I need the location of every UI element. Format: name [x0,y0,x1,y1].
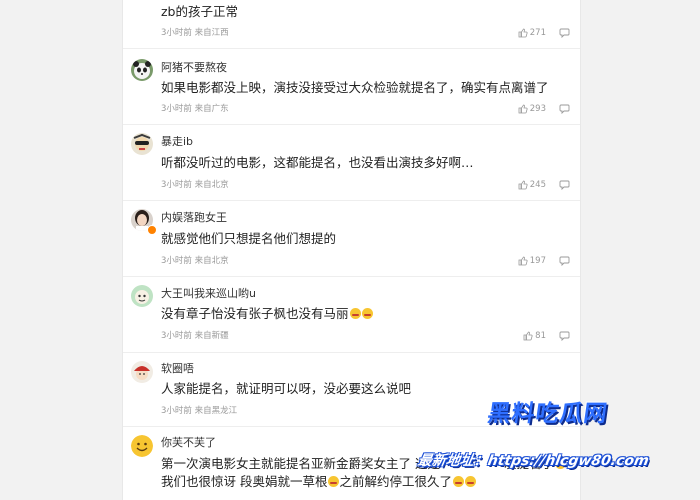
thumbs-up-icon [518,180,528,190]
like-count: 271 [529,28,546,38]
comment-text: 人家能提名，就证明可以呀，没必要这么说吧 [161,381,412,396]
comment-username[interactable]: 软圈唔 [161,362,194,376]
comment-icon[interactable] [559,255,570,266]
watermark-url-text: 最新地址：https://hlcgw80.com [416,453,651,469]
thumbs-up-icon [518,256,528,266]
panda-avatar[interactable] [131,59,153,81]
comment-username[interactable]: 阿猪不要熬夜 [161,61,227,75]
comment-time: 3小时前 [161,256,192,266]
comment-time: 3小时前 [161,180,192,190]
comment-text-part: 之前解约停工很久了 [339,474,452,489]
comment-item: 内娱落跑女王 就感觉他们只想提名他们想提的 3小时前 来自北京 197 [123,201,580,277]
thumbs-up-icon [523,331,533,341]
comment-item: zb的孩子正常 3小时前 来自江西 271 [123,0,580,49]
comment-icon[interactable] [559,103,570,114]
like-button[interactable]: 197 [518,255,546,267]
like-button[interactable]: 293 [518,103,546,115]
comment-meta: 3小时前 来自新疆 [161,330,229,342]
comment-username[interactable]: 大王叫我来巡山哟u [161,287,256,301]
comment-text-line-2: 我们也很惊讶 段奥娟就一草根 之前解约停工很久了 [161,473,476,491]
comment-text: 听都没听过的电影，这都能提名，也没看出演技多好啊… [161,155,474,170]
grin-emoji-icon [361,308,373,319]
comment-text-part: 我们也很惊讶 段奥娟就一草根 [161,474,328,489]
comment-icon[interactable] [559,330,570,341]
comment-location: 来自北京 [194,256,229,266]
smile-emoji-icon [465,476,476,487]
like-count: 81 [535,331,546,341]
smile-emoji-icon [453,476,464,487]
comment-text-part: 第一次演电影女主就能提名亚新金爵奖女主了 这是 [161,456,440,471]
comment-username[interactable]: 你芙不芙了 [161,436,216,450]
comment-meta: 3小时前 来自江西 [161,27,229,39]
like-count: 197 [529,256,546,266]
comment-username[interactable]: 内娱落跑女王 [161,211,227,225]
watermark-logo-text: 黑料吃瓜网 [485,401,610,427]
grin-emoji-icon [349,308,361,319]
comment-location: 来自北京 [194,180,229,190]
green-cartoon-avatar[interactable] [131,285,153,307]
comment-location: 来自江西 [194,28,229,38]
comment-text: zb的孩子正常 [161,4,238,19]
like-count: 245 [529,180,546,190]
comment-icon[interactable] [559,27,570,38]
comment-time: 3小时前 [161,406,192,416]
comment-text-content: 没有章子怡没有张子枫也没有马丽 [161,306,349,321]
thumbs-up-icon [518,28,528,38]
like-button[interactable]: 271 [518,27,546,39]
like-count: 293 [529,104,546,114]
like-button[interactable]: 81 [523,330,546,342]
smiley-avatar[interactable] [131,435,153,457]
thumbs-up-icon [518,104,528,114]
comment-item: 大王叫我来巡山哟u 没有章子怡没有张子枫也没有马丽 3小时前 来自新疆 81 [123,277,580,353]
comment-meta: 3小时前 来自黑龙江 [161,405,237,417]
comment-time: 3小时前 [161,104,192,114]
comment-item: 暴走ib 听都没听过的电影，这都能提名，也没看出演技多好啊… 3小时前 来自北京… [123,125,580,201]
comment-location: 来自黑龙江 [194,406,238,416]
cartoon-avatar[interactable] [131,133,153,155]
comment-item: 阿猪不要熬夜 如果电影都没上映，演技没接受过大众检验就提名了，确实有点离谱了 3… [123,49,580,125]
comment-time: 3小时前 [161,28,192,38]
comment-time: 3小时前 [161,331,192,341]
comment-text: 就感觉他们只想提名他们想提的 [161,231,337,246]
comment-text: 没有章子怡没有张子枫也没有马丽 [161,305,373,323]
comment-meta: 3小时前 来自北京 [161,255,229,267]
verified-badge-icon [147,225,157,235]
like-button[interactable]: 245 [518,179,546,191]
smile-emoji-icon [328,476,340,487]
comment-meta: 3小时前 来自广东 [161,103,229,115]
comment-location: 来自广东 [194,104,229,114]
comment-username[interactable]: 暴走ib [161,135,193,149]
red-cap-avatar[interactable] [131,361,153,383]
comment-meta: 3小时前 来自北京 [161,179,229,191]
comment-icon[interactable] [559,179,570,190]
comment-text: 如果电影都没上映，演技没接受过大众检验就提名了，确实有点离谱了 [161,80,549,95]
comment-location: 来自新疆 [194,331,229,341]
